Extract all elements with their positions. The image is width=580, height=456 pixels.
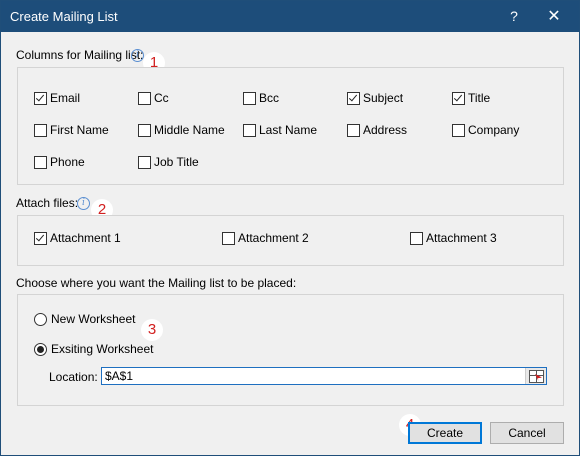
checkbox-box[interactable] xyxy=(34,231,47,245)
column-checkbox-company[interactable]: Company xyxy=(452,122,519,138)
close-button[interactable]: ✕ xyxy=(534,1,574,32)
columns-section-label: Columns for Mailing list: xyxy=(16,48,144,62)
checkbox-label: Last Name xyxy=(259,123,318,137)
attach-section-label: Attach files: xyxy=(16,196,79,210)
placement-section-label: Choose where you want the Mailing list t… xyxy=(16,276,297,290)
column-checkbox-first-name[interactable]: First Name xyxy=(34,122,109,138)
help-button[interactable]: ? xyxy=(494,1,534,32)
column-checkbox-address[interactable]: Address xyxy=(347,122,407,138)
column-checkbox-email[interactable]: Email xyxy=(34,90,80,106)
checkbox-box[interactable] xyxy=(138,155,151,169)
checkbox-label: Phone xyxy=(50,155,85,169)
title-bar: Create Mailing List ? ✕ xyxy=(1,1,579,32)
step-badge-3: 3 xyxy=(141,319,163,341)
create-button[interactable]: Create xyxy=(408,422,482,444)
attachment-checkbox-2[interactable]: Attachment 2 xyxy=(222,230,309,246)
column-checkbox-title[interactable]: Title xyxy=(452,90,490,106)
checkbox-box[interactable] xyxy=(243,91,256,105)
range-select-icon[interactable] xyxy=(525,368,546,384)
checkbox-label: Bcc xyxy=(259,91,280,105)
cancel-button[interactable]: Cancel xyxy=(490,422,564,444)
checkbox-label: Attachment 3 xyxy=(426,231,497,245)
checkbox-box[interactable] xyxy=(34,91,47,105)
column-checkbox-job-title[interactable]: Job Title xyxy=(138,154,199,170)
info-icon[interactable]: i xyxy=(131,49,144,62)
column-checkbox-last-name[interactable]: Last Name xyxy=(243,122,317,138)
column-checkbox-bcc[interactable]: Bcc xyxy=(243,90,279,106)
checkbox-box[interactable] xyxy=(34,155,47,169)
column-checkbox-subject[interactable]: Subject xyxy=(347,90,403,106)
column-checkbox-middle-name[interactable]: Middle Name xyxy=(138,122,225,138)
radio-dot[interactable] xyxy=(34,312,47,326)
attachment-checkbox-3[interactable]: Attachment 3 xyxy=(410,230,497,246)
checkbox-box[interactable] xyxy=(452,91,465,105)
checkbox-label: First Name xyxy=(50,123,109,137)
checkbox-label: Job Title xyxy=(154,155,199,169)
column-checkbox-cc[interactable]: Cc xyxy=(138,90,169,106)
checkbox-label: Middle Name xyxy=(154,123,225,137)
create-mailing-list-dialog: Create Mailing List ? ✕ Columns for Mail… xyxy=(0,0,580,456)
checkbox-box[interactable] xyxy=(452,123,465,137)
radio-label: Exsiting Worksheet xyxy=(51,342,154,356)
radio-label: New Worksheet xyxy=(51,312,136,326)
checkbox-label: Company xyxy=(468,123,520,137)
info-icon[interactable]: i xyxy=(77,197,90,210)
checkbox-label: Attachment 1 xyxy=(50,231,121,245)
location-label: Location: xyxy=(49,370,98,384)
attachment-checkbox-1[interactable]: Attachment 1 xyxy=(34,230,121,246)
radio-new-worksheet[interactable]: New Worksheet xyxy=(34,311,135,327)
radio-dot[interactable] xyxy=(34,342,47,356)
checkbox-box[interactable] xyxy=(410,231,423,245)
window-title: Create Mailing List xyxy=(10,9,118,24)
checkbox-box[interactable] xyxy=(222,231,235,245)
checkbox-box[interactable] xyxy=(138,123,151,137)
radio-existing-worksheet[interactable]: Exsiting Worksheet xyxy=(34,341,154,357)
checkbox-label: Subject xyxy=(363,91,404,105)
checkbox-box[interactable] xyxy=(34,123,47,137)
column-checkbox-phone[interactable]: Phone xyxy=(34,154,85,170)
checkbox-box[interactable] xyxy=(138,91,151,105)
checkbox-label: Attachment 2 xyxy=(238,231,309,245)
checkbox-box[interactable] xyxy=(243,123,256,137)
checkbox-label: Title xyxy=(468,91,491,105)
checkbox-label: Address xyxy=(363,123,408,137)
checkbox-box[interactable] xyxy=(347,91,360,105)
location-input[interactable] xyxy=(101,367,547,385)
checkbox-box[interactable] xyxy=(347,123,360,137)
checkbox-label: Email xyxy=(50,91,81,105)
checkbox-label: Cc xyxy=(154,91,169,105)
